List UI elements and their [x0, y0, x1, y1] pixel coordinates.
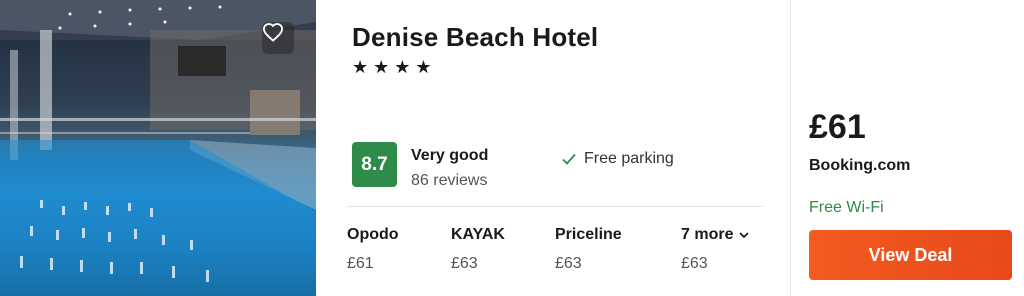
star-icon: ★	[394, 57, 411, 77]
provider-opodo[interactable]: Opodo £61	[347, 226, 399, 273]
chevron-down-icon	[739, 231, 750, 238]
provider-more[interactable]: 7 more £63	[681, 226, 750, 273]
star-rating: ★ ★ ★ ★	[352, 58, 432, 76]
star-icon: ★	[373, 57, 390, 77]
hotel-photo[interactable]	[0, 0, 316, 296]
best-deal-price: £61	[809, 108, 866, 146]
provider-price: £63	[681, 255, 708, 272]
check-icon	[562, 153, 576, 165]
provider-price: £63	[555, 255, 582, 272]
provider-kayak[interactable]: KAYAK £63	[451, 226, 505, 273]
more-providers-label: 7 more	[681, 226, 734, 243]
provider-name: KAYAK	[451, 226, 505, 243]
more-providers-button[interactable]: 7 more	[681, 226, 750, 244]
star-icon: ★	[415, 57, 432, 77]
provider-name: Priceline	[555, 226, 622, 243]
heart-icon	[262, 23, 284, 42]
rating-label: Very good	[411, 147, 489, 164]
favorite-button[interactable]	[262, 22, 294, 54]
best-deal-site: Booking.com	[809, 157, 911, 174]
star-icon: ★	[352, 57, 369, 77]
column-divider	[790, 0, 791, 296]
amenity-free-parking: Free parking	[562, 150, 674, 168]
review-count[interactable]: 86 reviews	[411, 172, 487, 190]
provider-price: £61	[347, 255, 374, 272]
review-score-badge: 8.7	[352, 142, 397, 187]
provider-price: £63	[451, 255, 478, 272]
hotel-card[interactable]: Denise Beach Hotel ★ ★ ★ ★ 8.7 Very good…	[0, 0, 1024, 296]
amenity-label: Free parking	[584, 150, 674, 167]
divider	[347, 206, 763, 207]
provider-priceline[interactable]: Priceline £63	[555, 226, 622, 273]
hotel-name[interactable]: Denise Beach Hotel	[352, 22, 598, 53]
provider-name: Opodo	[347, 226, 399, 243]
deal-perk: Free Wi-Fi	[809, 199, 884, 216]
view-deal-button[interactable]: View Deal	[809, 230, 1012, 280]
